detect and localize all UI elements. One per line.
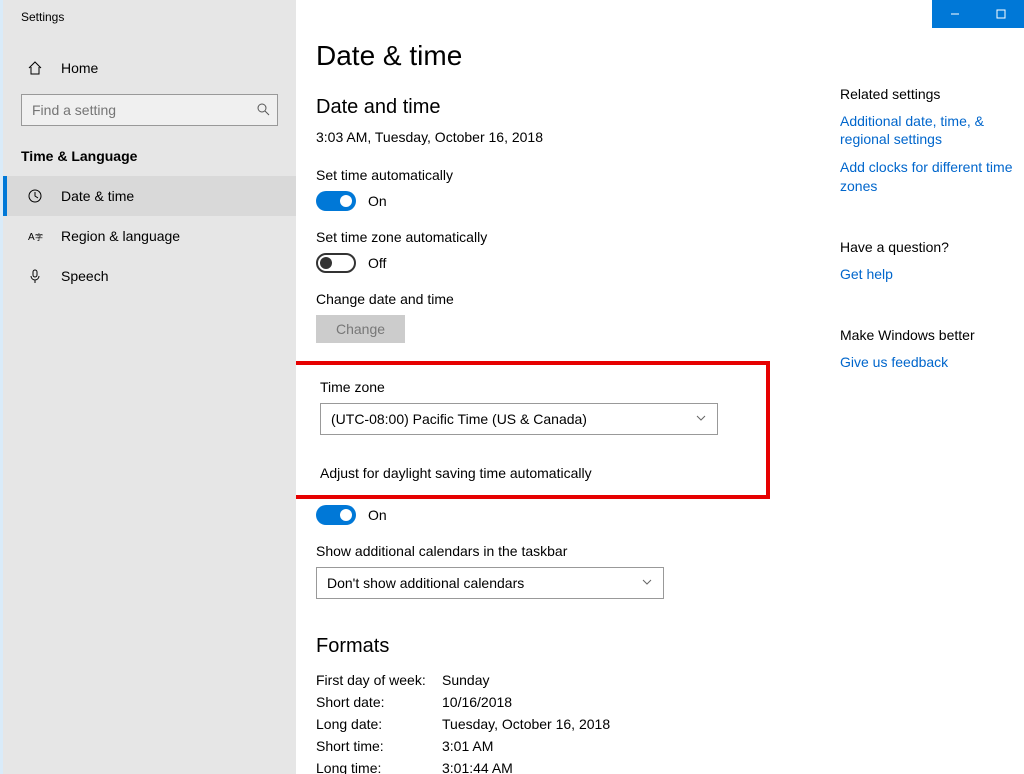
formats-heading: Formats xyxy=(316,635,1024,658)
svg-text:A: A xyxy=(28,232,35,243)
add-clocks-link[interactable]: Add clocks for different time zones xyxy=(840,158,1024,194)
search-input[interactable] xyxy=(21,94,278,126)
timezone-label: Time zone xyxy=(320,379,756,395)
related-settings-heading: Related settings xyxy=(840,86,1024,102)
dst-label: Adjust for daylight saving time automati… xyxy=(320,465,756,481)
format-key: Long time: xyxy=(316,760,442,774)
nav-date-time[interactable]: Date & time xyxy=(3,176,296,216)
clock-icon xyxy=(27,188,43,204)
change-button[interactable]: Change xyxy=(316,315,405,343)
home-label: Home xyxy=(61,60,98,76)
window-title: Settings xyxy=(3,0,296,24)
timezone-highlight: Time zone (UTC-08:00) Pacific Time (US &… xyxy=(296,361,770,499)
section-label: Time & Language xyxy=(3,126,296,176)
set-time-auto-toggle[interactable] xyxy=(316,191,356,211)
additional-settings-link[interactable]: Additional date, time, & regional settin… xyxy=(840,112,1024,148)
format-value: Tuesday, October 16, 2018 xyxy=(442,716,610,732)
toggle-state: On xyxy=(368,507,387,523)
timezone-value: (UTC-08:00) Pacific Time (US & Canada) xyxy=(331,411,587,427)
microphone-icon xyxy=(27,268,43,284)
toggle-state: On xyxy=(368,193,387,209)
main-content: Date & time Date and time 3:03 AM, Tuesd… xyxy=(296,0,1024,774)
format-value: 3:01 AM xyxy=(442,738,493,754)
language-icon: A字 xyxy=(27,228,43,244)
addcal-value: Don't show additional calendars xyxy=(327,575,524,591)
search-icon xyxy=(256,102,270,121)
format-key: Long date: xyxy=(316,716,442,732)
right-panel: Related settings Additional date, time, … xyxy=(840,86,1024,415)
improve-heading: Make Windows better xyxy=(840,327,1024,343)
format-value: 10/16/2018 xyxy=(442,694,512,710)
home-nav[interactable]: Home xyxy=(3,48,296,88)
nav-region[interactable]: A字 Region & language xyxy=(3,216,296,256)
dst-toggle[interactable] xyxy=(316,505,356,525)
set-tz-auto-toggle[interactable] xyxy=(316,253,356,273)
toggle-state: Off xyxy=(368,255,386,271)
nav-speech[interactable]: Speech xyxy=(3,256,296,296)
timezone-dropdown[interactable]: (UTC-08:00) Pacific Time (US & Canada) xyxy=(320,403,718,435)
chevron-down-icon xyxy=(695,411,707,427)
format-key: Short time: xyxy=(316,738,442,754)
chevron-down-icon xyxy=(641,575,653,591)
svg-text:字: 字 xyxy=(35,232,43,242)
format-key: Short date: xyxy=(316,694,442,710)
addcal-label: Show additional calendars in the taskbar xyxy=(316,543,1024,559)
additional-calendars-dropdown[interactable]: Don't show additional calendars xyxy=(316,567,664,599)
nav-item-label: Date & time xyxy=(61,188,134,204)
format-value: 3:01:44 AM xyxy=(442,760,513,774)
home-icon xyxy=(27,60,43,76)
feedback-link[interactable]: Give us feedback xyxy=(840,353,1024,371)
get-help-link[interactable]: Get help xyxy=(840,265,1024,283)
nav-item-label: Speech xyxy=(61,268,108,284)
format-value: Sunday xyxy=(442,672,489,688)
page-title: Date & time xyxy=(316,40,1024,72)
question-heading: Have a question? xyxy=(840,239,1024,255)
sidebar: Settings Home Time & Language Date & tim… xyxy=(3,0,296,774)
nav-item-label: Region & language xyxy=(61,228,180,244)
format-key: First day of week: xyxy=(316,672,442,688)
